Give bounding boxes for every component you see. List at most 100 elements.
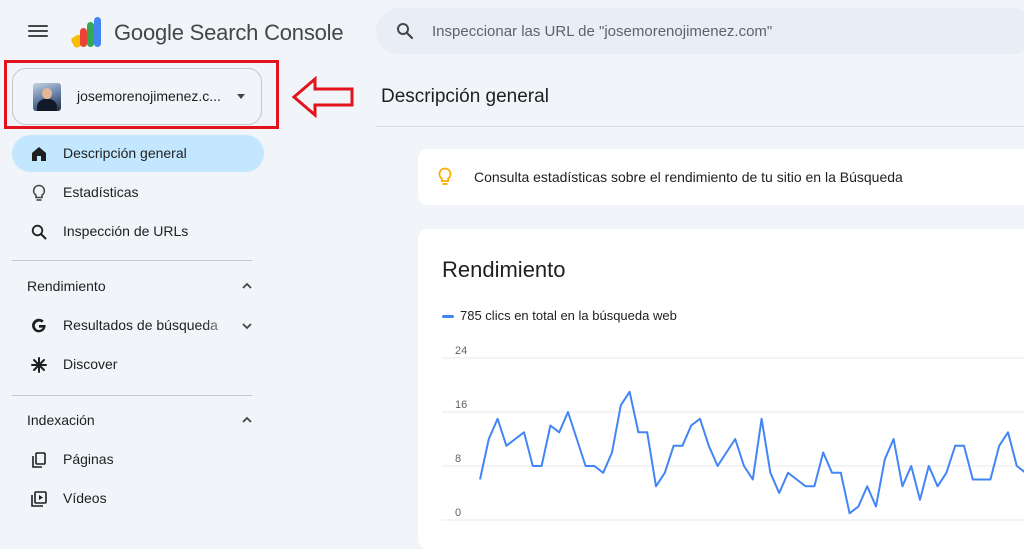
- data-point[interactable]: [627, 389, 632, 394]
- sidebar-divider: [12, 260, 252, 261]
- data-point[interactable]: [610, 450, 615, 455]
- data-point[interactable]: [821, 450, 826, 455]
- sidebar-item-label: Inspección de URLs: [63, 223, 189, 239]
- data-point[interactable]: [618, 403, 623, 408]
- data-point[interactable]: [548, 423, 553, 428]
- chevron-down-icon[interactable]: [240, 319, 254, 333]
- data-point[interactable]: [566, 410, 571, 415]
- data-point[interactable]: [522, 430, 527, 435]
- sidebar-item-url-inspection[interactable]: Inspección de URLs: [12, 213, 264, 250]
- data-point[interactable]: [988, 477, 993, 482]
- lightbulb-icon: [438, 167, 452, 185]
- sidebar-item-label: Discover: [63, 356, 118, 372]
- section-header-performance[interactable]: Rendimiento: [12, 271, 264, 301]
- sidebar-item-pages[interactable]: Páginas: [12, 441, 264, 478]
- data-point[interactable]: [962, 443, 967, 448]
- y-tick-label: 0: [455, 507, 461, 519]
- data-point[interactable]: [1006, 430, 1011, 435]
- data-point[interactable]: [918, 497, 923, 502]
- sidebar-item-discover[interactable]: Discover: [12, 346, 264, 383]
- data-point[interactable]: [495, 416, 500, 421]
- app-title[interactable]: Google Search Console: [114, 20, 344, 46]
- data-point[interactable]: [803, 484, 808, 489]
- data-point[interactable]: [715, 464, 720, 469]
- data-point[interactable]: [847, 511, 852, 516]
- annotation-arrow-icon: [291, 76, 354, 118]
- data-point[interactable]: [662, 470, 667, 475]
- data-point[interactable]: [830, 470, 835, 475]
- search-icon[interactable]: [396, 22, 414, 40]
- sidebar-item-label: Descripción general: [63, 145, 187, 161]
- data-point[interactable]: [777, 491, 782, 496]
- data-point[interactable]: [698, 416, 703, 421]
- data-point[interactable]: [935, 484, 940, 489]
- data-point[interactable]: [926, 464, 931, 469]
- hamburger-menu-icon[interactable]: [28, 22, 48, 40]
- data-point[interactable]: [486, 437, 491, 442]
- data-point[interactable]: [953, 443, 958, 448]
- data-point[interactable]: [636, 430, 641, 435]
- annotation-highlight-box: [4, 60, 279, 129]
- data-point[interactable]: [706, 443, 711, 448]
- data-point[interactable]: [733, 437, 738, 442]
- section-header-indexing[interactable]: Indexación: [12, 405, 264, 435]
- sidebar-item-label: Vídeos: [63, 490, 107, 506]
- data-point[interactable]: [539, 464, 544, 469]
- data-point[interactable]: [865, 484, 870, 489]
- data-point[interactable]: [759, 416, 764, 421]
- sidebar-item-search-results[interactable]: Resultados de búsqueda: [12, 307, 264, 344]
- performance-card: Rendimiento 785 clics en total en la bús…: [418, 229, 1024, 549]
- insights-tip-card[interactable]: Consulta estadísticas sobre el rendimien…: [418, 149, 1024, 205]
- data-point[interactable]: [794, 477, 799, 482]
- data-point[interactable]: [979, 477, 984, 482]
- data-point[interactable]: [530, 464, 535, 469]
- header-divider: [376, 126, 1024, 127]
- legend-swatch: [442, 315, 454, 318]
- data-point[interactable]: [724, 450, 729, 455]
- data-point[interactable]: [654, 484, 659, 489]
- data-point[interactable]: [671, 443, 676, 448]
- data-point[interactable]: [909, 464, 914, 469]
- data-point[interactable]: [874, 504, 879, 509]
- data-point[interactable]: [856, 504, 861, 509]
- data-point[interactable]: [601, 470, 606, 475]
- data-point[interactable]: [838, 470, 843, 475]
- data-point[interactable]: [997, 443, 1002, 448]
- data-point[interactable]: [583, 464, 588, 469]
- data-point[interactable]: [574, 437, 579, 442]
- data-point[interactable]: [478, 477, 483, 482]
- data-point[interactable]: [742, 464, 747, 469]
- legend-label: 785 clics en total en la búsqueda web: [460, 308, 677, 323]
- series-line-clicks[interactable]: [479, 390, 1024, 515]
- data-point[interactable]: [645, 430, 650, 435]
- data-point[interactable]: [812, 484, 817, 489]
- data-point[interactable]: [513, 437, 518, 442]
- data-point[interactable]: [944, 470, 949, 475]
- data-point[interactable]: [680, 443, 685, 448]
- url-inspection-search[interactable]: [376, 8, 1024, 54]
- data-point[interactable]: [768, 470, 773, 475]
- data-point[interactable]: [689, 423, 694, 428]
- search-input[interactable]: [432, 20, 992, 42]
- data-point[interactable]: [786, 470, 791, 475]
- home-icon: [32, 147, 46, 161]
- data-point[interactable]: [1014, 464, 1019, 469]
- search-icon: [31, 224, 47, 240]
- section-title: Indexación: [27, 412, 95, 428]
- data-point[interactable]: [592, 464, 597, 469]
- sidebar-item-label: Resultados de búsqueda: [63, 317, 218, 333]
- data-point[interactable]: [504, 443, 509, 448]
- data-point[interactable]: [970, 477, 975, 482]
- data-point[interactable]: [750, 477, 755, 482]
- performance-title: Rendimiento: [442, 257, 566, 282]
- data-point[interactable]: [900, 484, 905, 489]
- data-point[interactable]: [882, 457, 887, 462]
- data-point[interactable]: [557, 430, 562, 435]
- data-point[interactable]: [891, 437, 896, 442]
- sidebar-item-label: Páginas: [63, 451, 114, 467]
- sidebar-item-insights[interactable]: Estadísticas: [12, 174, 264, 211]
- search-console-logo[interactable]: [70, 16, 106, 48]
- y-tick-label: 24: [455, 345, 467, 357]
- sidebar-item-overview[interactable]: Descripción general: [12, 135, 264, 172]
- sidebar-item-videos[interactable]: Vídeos: [12, 480, 264, 517]
